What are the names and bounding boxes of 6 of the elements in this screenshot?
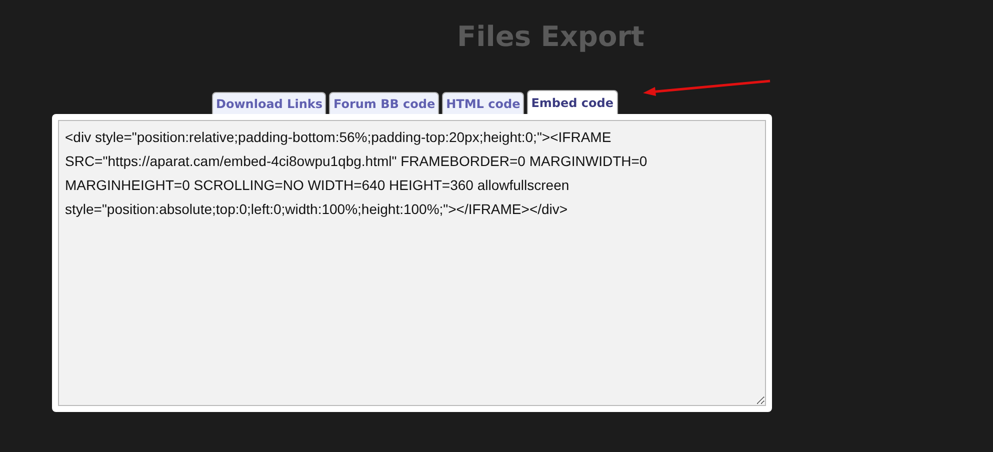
- tab[interactable]: HTML code: [442, 92, 524, 114]
- tab[interactable]: Embed code: [527, 90, 618, 114]
- tab[interactable]: Forum BB code: [329, 92, 440, 114]
- tab[interactable]: Download Links: [212, 92, 326, 114]
- code-textarea[interactable]: <div style="position:relative;padding-bottom:56%;padding-top:20px;height:0;"><IFRAME SRC="https://aparat.cam/embed-4ci8owpu1qbg.html" FRAMEBORDER=0 MARGINWIDTH=0 MARGINHEIGHT=0 SCROLLING=NO WIDTH=640 HEIGHT=360 allowfullscreen style="position:absolute;top:0;left:0;width:100%;height:100%;"></IFRAME></div>: [58, 120, 766, 406]
- page-title: Files Export: [457, 19, 644, 55]
